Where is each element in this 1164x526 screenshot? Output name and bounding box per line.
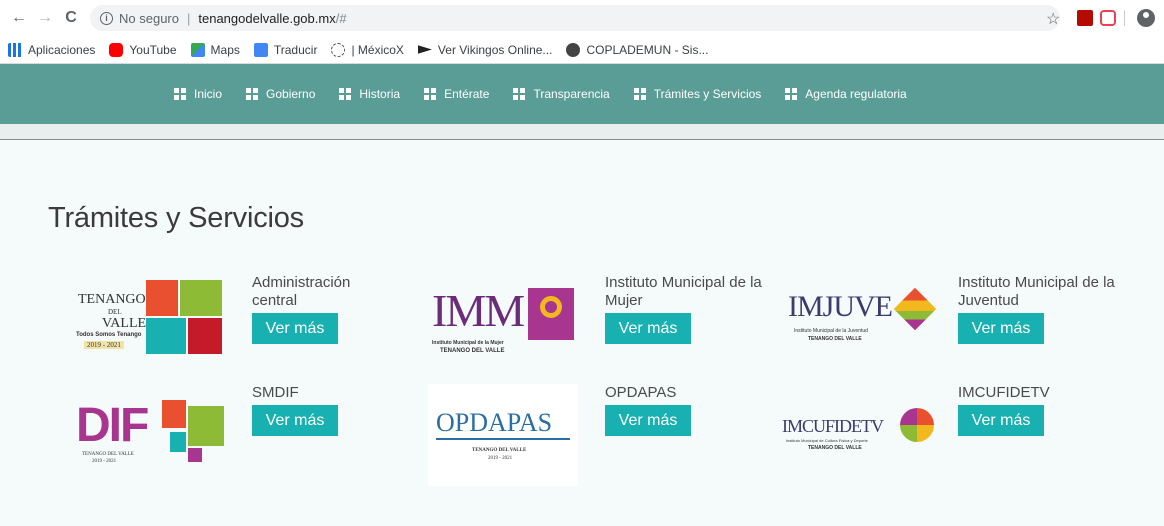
address-bar[interactable]: i No seguro | tenangodelvalle.gob.mx/#	[90, 5, 1060, 31]
ver-mas-button[interactable]: Ver más	[958, 313, 1044, 344]
omnibox-divider: |	[186, 10, 191, 26]
forward-icon: →	[37, 9, 53, 26]
apps-grid-icon	[8, 42, 22, 57]
nav-item-historia[interactable]: Historia	[339, 87, 400, 101]
bookmark-star-icon[interactable]: ☆	[1046, 9, 1060, 29]
ver-mas-button[interactable]: Ver más	[252, 405, 338, 436]
nav-item-transparencia[interactable]: Transparencia	[513, 87, 610, 101]
ver-mas-button[interactable]: Ver más	[958, 405, 1044, 436]
bookmark-label: YouTube	[129, 42, 177, 57]
grid-icon	[174, 88, 186, 100]
dif-logo: DIF TENANGO DEL VALLE 2019 - 2021	[76, 396, 226, 468]
back-button[interactable]: ←	[8, 7, 30, 29]
nav-divider	[0, 124, 1164, 140]
bookmark-label: Aplicaciones	[28, 42, 96, 57]
browser-toolbar: ← → C i No seguro | tenangodelvalle.gob.…	[0, 0, 1164, 36]
ver-mas-button[interactable]: Ver más	[605, 405, 691, 436]
back-icon: ←	[11, 9, 27, 26]
card-title: Instituto Municipal de la Mujer	[605, 274, 762, 309]
url-host: tenangodelvalle.gob.mx	[198, 10, 336, 26]
imm-logo: IMM Instituto Municipal de la Mujer TENA…	[430, 282, 578, 364]
account-icon[interactable]	[1137, 9, 1155, 27]
card-title: OPDAPAS	[605, 384, 677, 401]
youtube-icon	[109, 42, 124, 57]
main-content: Trámites y Servicios TENANGO DEL VALLE T…	[0, 140, 1164, 526]
grid-icon	[339, 88, 352, 100]
grid-icon	[246, 88, 259, 100]
grid-icon	[513, 88, 526, 100]
grid-icon	[424, 88, 437, 100]
mexicox-icon	[331, 42, 346, 57]
nav-item-inicio[interactable]: Inicio	[174, 87, 222, 101]
info-icon[interactable]: i	[100, 11, 113, 25]
ver-mas-button[interactable]: Ver más	[252, 313, 338, 344]
card-title: SMDIF	[252, 384, 299, 401]
bookmark-label: | MéxicoX	[351, 42, 404, 57]
nav-item-label: Trámites y Servicios	[653, 87, 762, 101]
security-label: No seguro	[119, 10, 179, 26]
card-title: Administración central	[252, 274, 351, 309]
card-title: IMCUFIDETV	[958, 384, 1050, 401]
bookmark-youtube[interactable]: YouTube	[109, 42, 177, 57]
imjuve-logo: IMJUVE Instituto Municipal de la Juventu…	[786, 287, 937, 354]
reload-icon: C	[65, 9, 77, 26]
nav-item-tramites[interactable]: Trámites y Servicios	[633, 87, 762, 101]
pdf-extension-icon[interactable]	[1077, 10, 1093, 26]
bookmark-apps[interactable]: Aplicaciones	[8, 42, 96, 57]
globe-icon	[566, 42, 581, 57]
bookmark-mexicox[interactable]: | MéxicoX	[331, 42, 404, 57]
forward-button[interactable]: →	[34, 7, 56, 29]
nav-item-label: Historia	[359, 87, 401, 101]
site-navigation: Inicio Gobierno Historia Entérate Transp…	[0, 64, 1164, 124]
maps-icon	[190, 42, 205, 57]
pocket-extension-icon[interactable]	[1100, 10, 1116, 26]
bookmark-maps[interactable]: Maps	[190, 42, 240, 57]
nav-item-enterate[interactable]: Entérate	[424, 87, 489, 101]
bookmark-vikingos[interactable]: Ver Vikingos Online...	[417, 42, 553, 57]
nav-item-label: Gobierno	[266, 87, 316, 101]
card-title: Instituto Municipal de la Juventud	[958, 274, 1115, 309]
reload-button[interactable]: C	[60, 7, 82, 29]
bookmarks-bar: Aplicaciones YouTube Maps Traducir | Méx…	[0, 36, 1164, 64]
play-icon	[417, 45, 432, 54]
nav-item-label: Transparencia	[533, 87, 610, 101]
nav-item-gobierno[interactable]: Gobierno	[246, 87, 315, 101]
url-path: /#	[335, 10, 347, 26]
tenango-logo: TENANGO DEL VALLE Todos Somos Tenango 20…	[76, 274, 226, 356]
bookmark-label: Maps	[210, 42, 240, 57]
nav-item-label: Entérate	[444, 87, 490, 101]
toolbar-divider	[1124, 10, 1125, 26]
bookmark-traducir[interactable]: Traducir	[253, 42, 318, 57]
translate-icon	[253, 42, 268, 57]
bookmark-label: COPLADEMUN - Sis...	[586, 42, 709, 57]
nav-item-label: Agenda regulatoria	[805, 87, 907, 101]
nav-item-agenda[interactable]: Agenda regulatoria	[785, 87, 907, 101]
imcufidetv-logo: IMCUFIDETV Instituto Municipal de Cultur…	[782, 402, 936, 466]
bookmark-label: Ver Vikingos Online...	[437, 42, 553, 57]
opdapas-logo: OPDAPAS TENANGO DEL VALLE 2019 - 2021	[428, 384, 578, 486]
page-title: Trámites y Servicios	[48, 202, 304, 234]
grid-icon	[633, 88, 646, 100]
bookmark-label: Traducir	[273, 42, 318, 57]
bookmark-coplademun[interactable]: COPLADEMUN - Sis...	[566, 42, 709, 57]
ver-mas-button[interactable]: Ver más	[605, 313, 691, 344]
grid-icon	[785, 88, 798, 100]
nav-item-label: Inicio	[194, 87, 223, 101]
